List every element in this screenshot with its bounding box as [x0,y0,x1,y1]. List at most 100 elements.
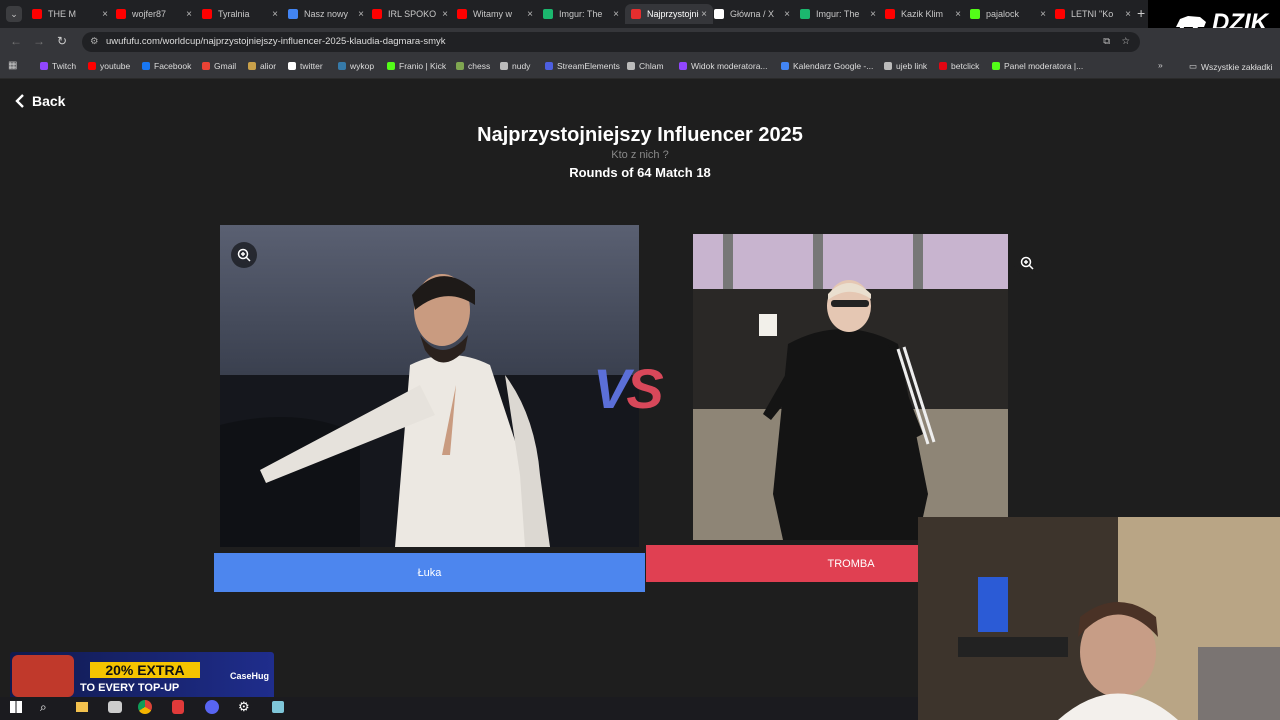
tab-close-icon[interactable]: × [870,9,876,20]
bookmark-item[interactable]: Twitch [40,61,76,71]
bookmark-item[interactable]: Panel moderatora |... [992,61,1083,71]
tab-label: Tyralnia [218,9,250,19]
back-nav-icon[interactable]: ← [10,34,22,48]
right-zoom-icon-button[interactable] [1014,250,1040,276]
more-bookmarks-icon[interactable]: » [1158,60,1163,70]
new-tab-button[interactable]: + [1137,5,1145,21]
tab-close-icon[interactable]: × [1040,9,1046,20]
bookmark-item[interactable]: StreamElements [545,61,620,71]
tab-10[interactable]: Imgur: The × [794,4,882,24]
tab-8[interactable]: Najprzystojniejszy× [625,4,713,24]
tab-5[interactable]: IRL SPOKO × [366,4,454,24]
translate-icon[interactable]: ⧉ [1103,32,1110,52]
bookmark-favicon-icon [40,62,48,70]
bookmark-label: nudy [512,61,531,71]
chrome-icon[interactable] [138,700,152,714]
tab-favicon-icon [1055,9,1065,19]
tab-label: pajalock [986,9,1020,19]
tab-12[interactable]: pajalock × [964,4,1052,24]
file-explorer-icon[interactable] [76,702,88,712]
app-icon-3[interactable] [205,700,219,714]
tab-1[interactable]: THE M × [26,4,114,24]
tab-favicon-icon [288,9,298,19]
bookmark-item[interactable]: twitter [288,61,323,71]
promo-banner[interactable]: 20% EXTRA TO EVERY TOP-UP CaseHug [10,652,274,700]
page-title: Najprzystojniejszy Influencer 2025 [477,124,803,146]
vote-left-button[interactable]: Łuka [214,553,645,592]
bookmark-item[interactable]: wykop [338,61,374,71]
right-candidate-image[interactable] [693,234,1008,540]
bookmark-favicon-icon [142,62,150,70]
bookmark-item[interactable]: ujeb link [884,61,927,71]
tab-close-icon[interactable]: × [272,9,278,20]
app-icon-2[interactable] [172,700,184,714]
bookmark-item[interactable]: Widok moderatora... [679,61,768,71]
tab-3[interactable]: Tyralnia × [196,4,284,24]
tab-2[interactable]: wojfer87 × [110,4,198,24]
tab-label: Główna / X [730,9,775,19]
treasure-chest-icon [12,655,74,697]
tab-label: Kazik Klim [901,9,944,19]
webcam-illustration [918,517,1280,720]
tab-label: Witamy w [473,9,512,19]
left-photo-illustration [220,274,639,547]
bookmark-item[interactable]: Chlam [627,61,664,71]
bookmark-favicon-icon [88,62,96,70]
bookmark-item[interactable]: youtube [88,61,130,71]
site-info-icon[interactable]: ⚙ [90,32,100,52]
tab-close-icon[interactable]: × [527,9,533,20]
tab-favicon-icon [885,9,895,19]
left-zoom-button[interactable] [231,242,257,268]
tab-close-icon[interactable]: × [701,9,707,20]
bookmark-favicon-icon [884,62,892,70]
tab-label: Imgur: The [816,9,860,19]
tab-13[interactable]: LETNI "Ko × [1049,4,1137,24]
bookmark-item[interactable]: betclick [939,61,979,71]
bookmark-label: Franio | Kick [399,61,447,71]
bookmark-item[interactable]: Gmail [202,61,236,71]
url-field[interactable]: ⚙ uwufufu.com/worldcup/najprzystojniejszy… [82,32,1140,52]
tab-close-icon[interactable]: × [784,9,790,20]
tab-6[interactable]: Witamy w × [451,4,539,24]
bookmark-star-icon[interactable]: ☆ [1121,32,1130,52]
bookmark-item[interactable]: Facebook [142,61,191,71]
apps-grid-icon[interactable]: ▦ [8,60,17,71]
tab-close-icon[interactable]: × [358,9,364,20]
tab-4[interactable]: Nasz nowy × [282,4,370,24]
tab-close-icon[interactable]: × [613,9,619,20]
tab-9[interactable]: Główna / X × [708,4,796,24]
windows-start-icon[interactable] [10,701,22,713]
tab-close-icon[interactable]: × [1125,9,1131,20]
zoom-in-icon [237,248,251,262]
bookmark-item[interactable]: Franio | Kick [387,61,446,71]
tab-search-button[interactable]: ⌄ [6,6,22,22]
bookmark-favicon-icon [781,62,789,70]
left-candidate-image[interactable] [220,225,639,547]
app-icon-1[interactable] [108,701,122,713]
promo-line2: TO EVERY TOP-UP [80,682,180,694]
bookmark-item[interactable]: nudy [500,61,530,71]
tab-7[interactable]: Imgur: The × [537,4,625,24]
tab-close-icon[interactable]: × [442,9,448,20]
app-icon-4[interactable] [272,701,284,713]
bookmark-item[interactable]: Kalendarz Google -... [781,61,873,71]
reload-icon[interactable]: ↻ [57,34,67,48]
page-subtitle: Kto z nich ? [611,149,669,161]
all-bookmarks-label: Wszystkie zakładki [1201,61,1273,72]
bookmark-item[interactable]: chess [456,61,490,71]
promo-brand: CaseHug [230,671,270,681]
forward-nav-icon[interactable]: → [33,34,45,48]
tab-close-icon[interactable]: × [955,9,961,20]
tab-11[interactable]: Kazik Klim × [879,4,967,24]
bookmark-item[interactable]: alior [248,61,276,71]
tab-label: Najprzystojniejszy [647,9,699,19]
tab-close-icon[interactable]: × [102,9,108,20]
back-link[interactable]: Back [14,93,65,109]
tab-close-icon[interactable]: × [186,9,192,20]
all-bookmarks-folder[interactable]: ▭ Wszystkie zakładki [1189,61,1272,72]
versus-label: VS [593,356,664,421]
bookmark-label: alior [260,61,277,71]
taskbar-search-icon[interactable]: ⌕ [40,700,47,715]
zoom-in-icon [1020,256,1034,270]
settings-gear-icon[interactable]: ⚙ [238,699,250,715]
